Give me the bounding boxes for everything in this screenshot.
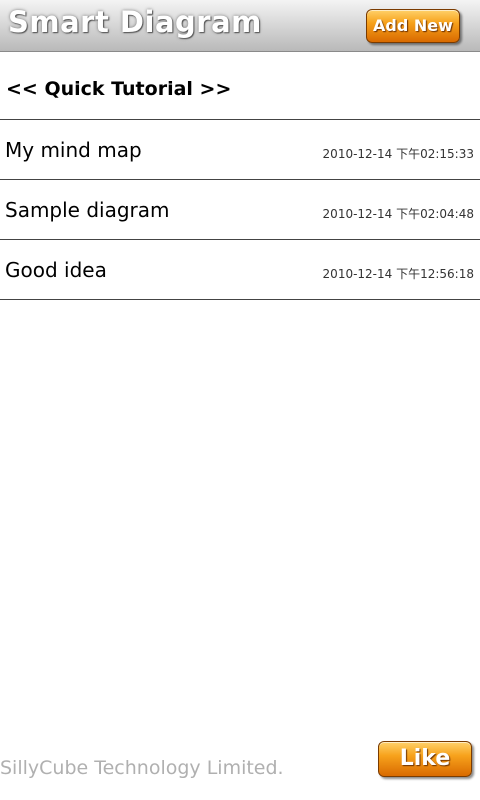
diagram-date: 2010-12-14 下午02:04:48 — [322, 207, 474, 221]
quick-tutorial-label: << Quick Tutorial >> — [6, 78, 232, 100]
app-title: Smart Diagram — [8, 5, 262, 39]
diagram-name: Sample diagram — [5, 198, 170, 222]
like-button[interactable]: Like — [378, 741, 472, 777]
diagram-list: << Quick Tutorial >> My mind map 2010-12… — [0, 60, 480, 300]
quick-tutorial-item[interactable]: << Quick Tutorial >> — [0, 60, 480, 120]
diagram-date: 2010-12-14 下午12:56:18 — [322, 267, 474, 281]
add-new-button[interactable]: Add New — [366, 9, 460, 43]
diagram-name: My mind map — [5, 138, 142, 162]
company-footer: SillyCube Technology Limited. — [0, 757, 284, 779]
list-item[interactable]: Sample diagram 2010-12-14 下午02:04:48 — [0, 180, 480, 240]
app-screen: Smart Diagram Add New << Quick Tutorial … — [0, 0, 480, 800]
diagram-date: 2010-12-14 下午02:15:33 — [322, 147, 474, 161]
diagram-name: Good idea — [5, 258, 107, 282]
list-item[interactable]: My mind map 2010-12-14 下午02:15:33 — [0, 120, 480, 180]
title-bar: Smart Diagram Add New — [0, 0, 480, 52]
list-item[interactable]: Good idea 2010-12-14 下午12:56:18 — [0, 240, 480, 300]
